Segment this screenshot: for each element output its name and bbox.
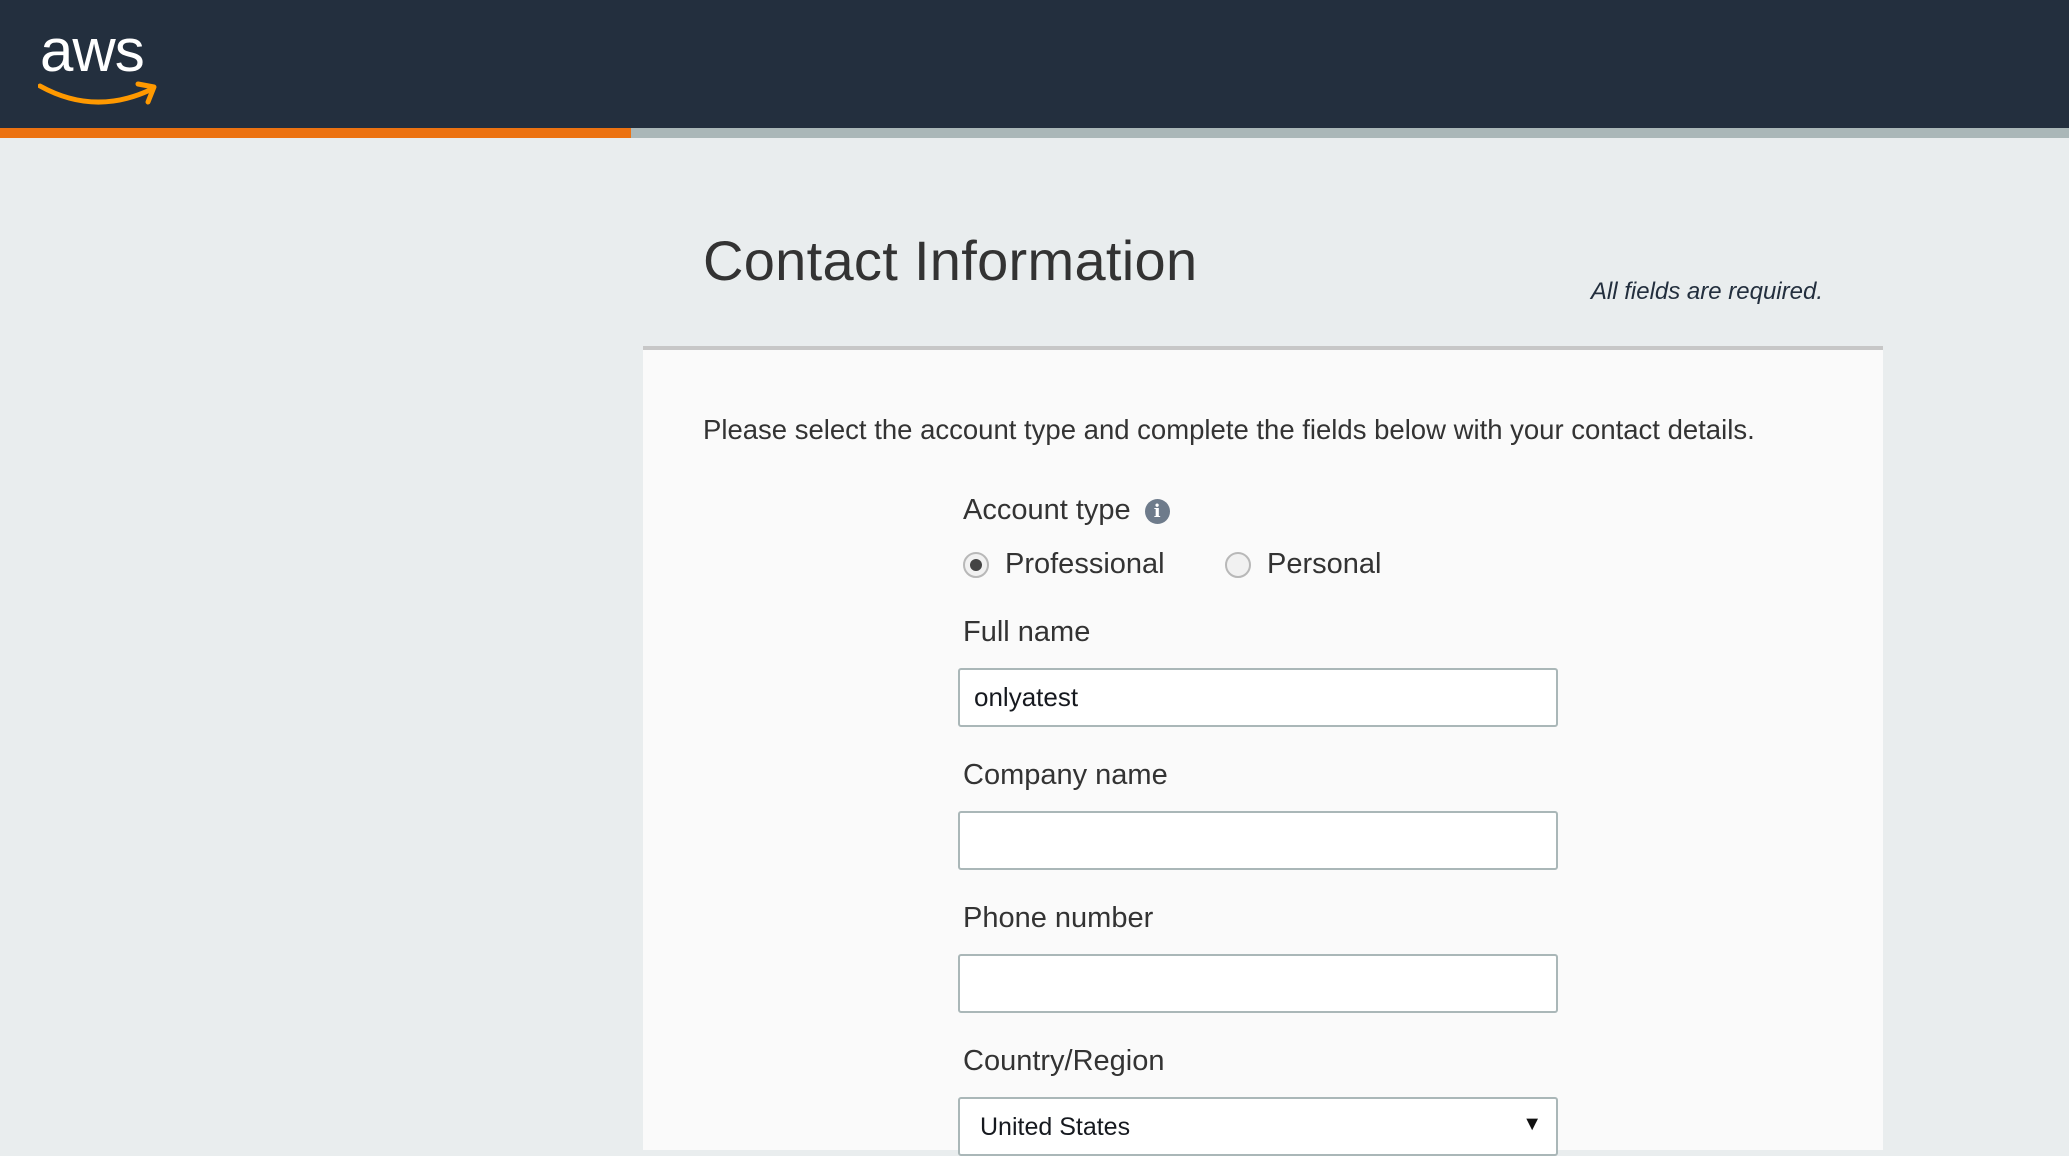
radio-personal-circle[interactable] [1225, 551, 1252, 578]
country-region-select[interactable]: United States ▼ [958, 1097, 1558, 1156]
country-region-selected-value: United States [980, 1113, 1131, 1141]
country-region-label: Country/Region [963, 1045, 1165, 1077]
form-intro-text: Please select the account type and compl… [703, 414, 1755, 445]
radio-personal-label[interactable]: Personal [1267, 548, 1381, 581]
top-header: aws [0, 0, 2069, 128]
page-title: Contact Information [703, 229, 1198, 292]
radio-professional-label[interactable]: Professional [1005, 548, 1165, 581]
signup-progress-fill [0, 128, 632, 138]
chevron-down-icon: ▼ [1522, 1113, 1542, 1135]
radio-professional-circle[interactable] [963, 551, 989, 578]
full-name-input[interactable] [958, 668, 1558, 727]
signup-progress-bar [0, 128, 2069, 138]
aws-logo-text: aws [40, 17, 145, 84]
info-icon[interactable]: i [1144, 499, 1170, 524]
company-name-input[interactable] [958, 811, 1558, 870]
aws-smile-arrow-icon [38, 81, 157, 105]
phone-number-input[interactable] [958, 954, 1558, 1013]
aws-logo[interactable]: aws [38, 16, 162, 105]
phone-number-label: Phone number [963, 902, 1154, 934]
radio-personal[interactable]: Personal [1225, 548, 1382, 581]
account-type-label: Account type i [963, 494, 1170, 527]
account-type-label-text: Account type [963, 494, 1131, 526]
contact-form-card: Please select the account type and compl… [643, 346, 1883, 1156]
company-name-label: Company name [963, 759, 1168, 791]
account-type-radio-group: Professional Personal [963, 548, 1438, 584]
required-fields-note: All fields are required. [1590, 278, 1823, 305]
radio-professional[interactable]: Professional [963, 548, 1165, 581]
full-name-label: Full name [963, 616, 1091, 648]
